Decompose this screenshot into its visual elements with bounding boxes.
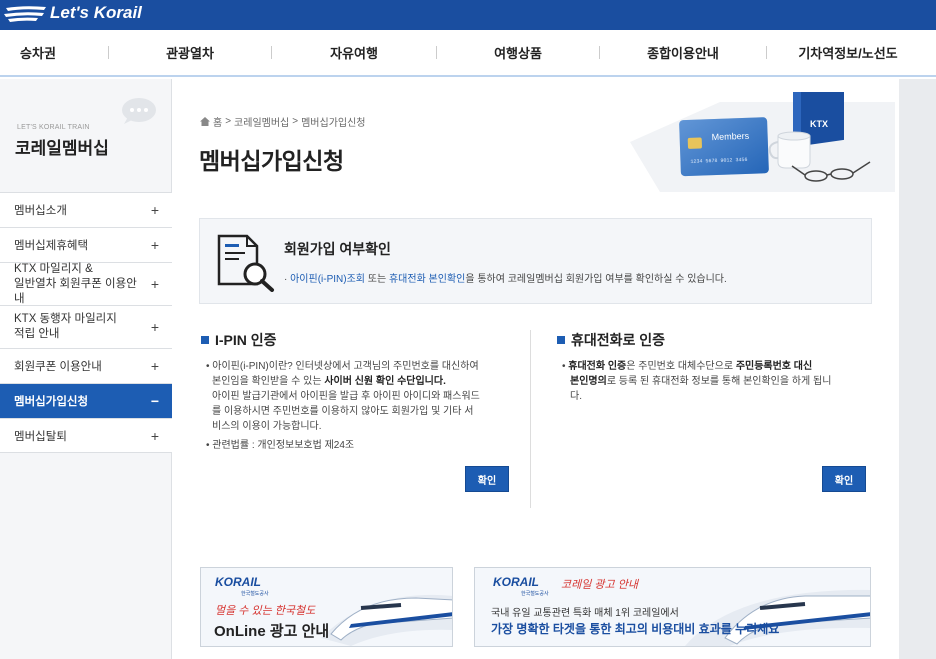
plus-icon: + [150,358,159,374]
desc-text: 을 통하여 코레일멤버십 회원가입 여부를 확인하실 수 있습니다. [465,274,727,285]
nav-station-info[interactable]: 기차역정보/노선도 [767,43,929,62]
banner-line2: 가장 명확한 타겟을 통한 최고의 비용대비 효과를 누리세요 [491,622,780,636]
plus-icon: + [150,275,159,292]
ipin-confirm-button[interactable]: 확인 [465,466,509,492]
ipin-desc-bold: 사이버 신원 확인 수단입니다. [324,376,446,387]
sidebar-item-signup[interactable]: 멤버십가입신청 − [0,383,172,418]
sidebar-item-label: 멤버십제휴혜택 [14,240,89,252]
nav-guide[interactable]: 종합이용안내 [600,43,766,62]
ipin-desc-line: 를 이용하시면 주민번호를 이용하지 않아도 회원가입 및 기타 서 [212,406,474,417]
home-icon[interactable] [200,117,210,126]
sidebar-item-label: 멤버십가입신청 [14,396,89,408]
nav-ticket[interactable]: 승차권 [0,43,76,62]
sidebar-item-label: KTX 마일리지 & 일반열차 회원쿠폰 이용안내 [14,262,137,305]
ipin-title-text: I-PIN 인증 [215,332,277,348]
sidebar-item-coupon[interactable]: 회원쿠폰 이용안내 + [0,348,172,383]
sidebar-item-withdraw[interactable]: 멤버십탈퇴 + [0,418,172,453]
breadcrumb: 홈 > 코레일멤버십 > 멤버십가입신청 [200,114,366,129]
sidebar-item-intro[interactable]: 멤버십소개 + [0,192,172,227]
ipin-law-line: • 관련법률 : 개인정보보호법 제24조 [206,440,355,451]
ipin-lookup-link[interactable]: 아이핀(i-PIN)조회 [290,274,365,285]
ipin-description: • 아이핀(i-PIN)이란? 인터넷상에서 고객님의 주민번호를 대신하여 본… [206,359,526,453]
sidebar-item-companion-mileage[interactable]: KTX 동행자 마일리지 적립 안내 + [0,305,172,348]
ipin-desc-text: 본인임을 확인받을 수 있는 [212,376,325,387]
banner-script-text: 코레일 광고 안내 [561,579,638,591]
speech-bubble-icon [122,98,156,124]
korail-banner-logo-sub: 한국철도공사 [241,591,269,597]
desc-text: 또는 [365,274,389,285]
chevron-right-icon: > [292,116,299,127]
book-label: KTX [810,119,828,129]
ipin-desc-line: 비스의 이용이 가능합니다. [212,421,322,432]
sidebar-title: 코레일멤버십 [15,139,109,158]
ipin-desc-line: 아이핀 발급기관에서 아이핀을 발급 후 아이핀 아이디와 패스워드 [212,391,480,402]
minus-icon: − [150,393,159,409]
top-bar: Let's Korail [0,0,936,30]
membership-visual-illustration: Members 1234 5678 9012 3456 KTX [630,92,895,192]
phone-section-title: 휴대전화로 인증 [557,330,665,350]
logo-swoosh-icon [4,6,46,22]
korail-banner-logo: KORAIL [215,575,261,589]
breadcrumb-current: 멤버십가입신청 [301,118,366,129]
plus-icon: + [150,202,159,218]
banner-script-text: 멀을 수 있는 한국철도 [215,605,316,617]
membership-check-desc: · 아이핀(i-PIN)조회 또는 휴대전화 본인확인을 통하여 코레일멤버십 … [284,270,727,285]
card-label: Members [711,131,749,142]
chevron-right-icon: > [225,116,232,127]
korail-banner-logo: KORAIL [493,575,539,589]
ipin-desc-line: • 아이핀(i-PIN)이란? 인터넷상에서 고객님의 주민번호를 대신하여 [206,361,479,372]
phone-desc-line: 본인명의로 등록 된 휴대전화 정보를 통해 본인확인을 하게 됩니 [562,374,872,389]
membership-check-box [199,218,872,304]
sidebar-item-mileage[interactable]: KTX 마일리지 & 일반열차 회원쿠폰 이용안내 + [0,262,172,305]
ipin-desc-text: 아이핀(i-PIN)이란? 인터넷상에서 고객님의 주민번호를 대신하여 [212,361,479,372]
breadcrumb-membership[interactable]: 코레일멤버십 [234,114,289,129]
main-nav: 승차권 관광열차 자유여행 여행상품 종합이용안내 기차역정보/노선도 [0,30,936,77]
phone-desc-line: • 휴대전화 인증은 주민번호 대체수단으로 주민등록번호 대신 [562,361,813,372]
phone-description: • 휴대전화 인증은 주민번호 대체수단으로 주민등록번호 대신 본인명의로 등… [562,359,872,404]
right-gutter [899,79,936,659]
membership-check-title: 회원가입 여부확인 [284,241,391,257]
square-bullet-icon [557,336,565,344]
sidebar-item-label: 멤버십소개 [14,205,67,217]
section-divider [530,330,531,508]
phone-desc-line: 다. [570,391,582,402]
phone-desc-bold: 주민등록번호 대신 [735,361,813,372]
document-search-icon [217,234,274,292]
nav-travel-products[interactable]: 여행상품 [437,43,599,62]
ipin-desc-line: 본인임을 확인받을 수 있는 사이버 신원 확인 수단입니다. [206,374,526,389]
nav-free-travel[interactable]: 자유여행 [272,43,436,62]
sidebar-item-benefits[interactable]: 멤버십제휴혜택 + [0,227,172,262]
banner-main-text: OnLine 광고 안내 [214,623,330,640]
ad-info-banner[interactable]: KORAIL 한국철도공사 코레일 광고 안내 국내 유일 교통관련 특화 매체… [474,567,871,647]
nav-tour-train[interactable]: 관광열차 [109,43,271,62]
plus-icon: + [150,427,159,444]
phone-desc-bold: 본인명의 [570,376,607,387]
online-ad-banner[interactable]: KORAIL 한국철도공사 멀을 수 있는 한국철도 OnLine 광고 안내 [200,567,453,647]
phone-verify-link[interactable]: 휴대전화 본인확인 [389,274,465,285]
logo-text: Let's Korail [50,3,142,22]
ipin-section-title: I-PIN 인증 [201,330,277,350]
sidebar-item-label: 회원쿠폰 이용안내 [14,361,102,373]
plus-icon: + [150,237,159,253]
banner-line1: 국내 유일 교통관련 특화 매체 1위 코레일에서 [491,608,679,619]
sidebar-subtitle: LET'S KORAIL TRAIN [17,124,90,131]
plus-icon: + [150,318,159,335]
square-bullet-icon [201,336,209,344]
phone-desc-text: 은 주민번호 대체수단으로 [626,361,736,372]
sidebar-item-label: 멤버십탈퇴 [14,430,67,443]
page-title: 멤버십가입신청 [199,148,344,174]
korail-logo[interactable]: Let's Korail [4,0,142,26]
ipin-law-text: 관련법률 : 개인정보보호법 제24조 [212,440,355,451]
korail-banner-logo-sub: 한국철도공사 [521,591,549,597]
phone-confirm-button[interactable]: 확인 [822,466,866,492]
sidebar-item-label: KTX 동행자 마일리지 적립 안내 [14,313,117,340]
breadcrumb-home[interactable]: 홈 [213,114,222,129]
sidebar-menu: 멤버십소개 + 멤버십제휴혜택 + KTX 마일리지 & 일반열차 회원쿠폰 이… [0,192,172,453]
phone-desc-bold: 휴대전화 인증 [568,361,627,372]
phone-title-text: 휴대전화로 인증 [571,332,666,348]
phone-desc-text: 로 등록 된 휴대전화 정보를 통해 본인확인을 하게 됩니 [606,376,832,387]
